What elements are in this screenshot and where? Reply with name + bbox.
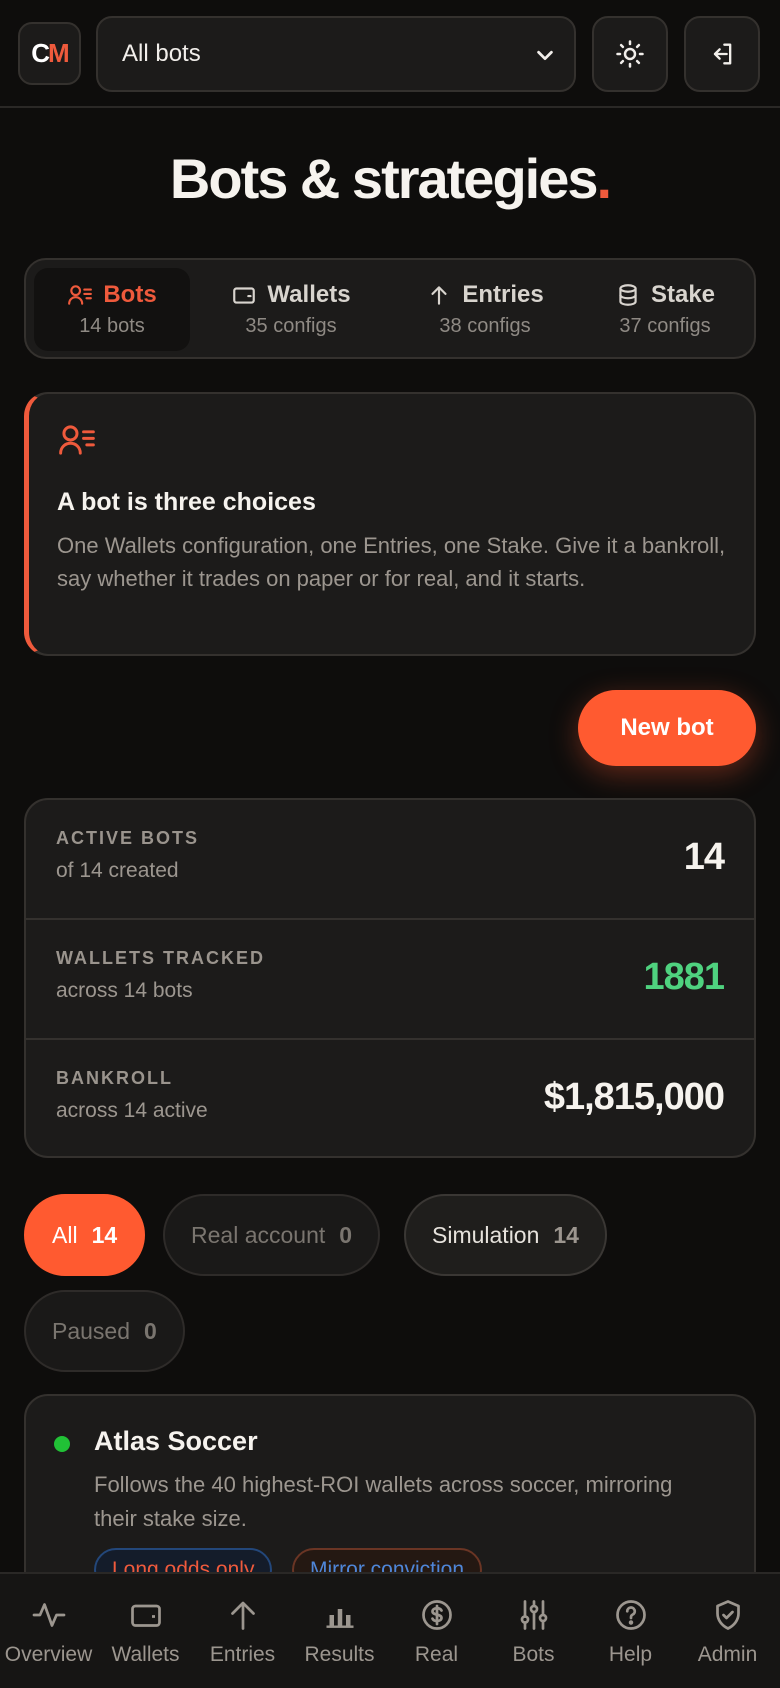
bot-name: Atlas Soccer [94,1426,258,1456]
section-tabs: Bots 14 bots Wallets 35 configs Entries … [24,258,756,359]
top-bar: CM All bots [0,0,780,108]
nav-bots[interactable]: Bots [485,1574,582,1688]
stat-active-bots: ACTIVE BOTS of 14 created 14 [56,828,725,882]
bot-description: Follows the 40 highest-ROI wallets acros… [94,1472,673,1531]
arrow-up-icon [225,1597,261,1633]
new-bot-button[interactable]: New bot [578,690,756,766]
dollar-icon [419,1597,455,1633]
info-card: A bot is three choices One Wallets confi… [24,392,756,656]
shield-icon [710,1597,746,1633]
filter-real-account[interactable]: Real account 0 [163,1194,381,1276]
nav-results[interactable]: Results [291,1574,388,1688]
filter-paused[interactable]: Paused 0 [24,1290,185,1372]
bots-icon [67,282,93,308]
sun-icon [615,39,645,69]
app-logo[interactable]: CM [18,22,81,85]
tab-entries[interactable]: Entries 38 configs [392,268,578,351]
tab-stake[interactable]: Stake 37 configs [580,268,750,351]
filter-simulation[interactable]: Simulation 14 [404,1194,607,1276]
tab-bots[interactable]: Bots 14 bots [34,268,190,351]
bottom-nav: Overview Wallets Entries Results Real Bo… [0,1572,780,1688]
bot-selector-value: All bots [122,40,201,67]
stats-card: ACTIVE BOTS of 14 created 14 WALLETS TRA… [24,798,756,1158]
sliders-icon [516,1597,552,1633]
bots-icon [57,422,726,458]
info-text: One Wallets configuration, one Entries, … [57,533,726,591]
help-icon [613,1597,649,1633]
chevron-down-icon [534,44,556,66]
theme-toggle-button[interactable] [592,16,668,92]
stat-wallets-tracked: WALLETS TRACKED across 14 bots 1881 [26,918,754,1039]
nav-help[interactable]: Help [582,1574,679,1688]
nav-overview[interactable]: Overview [0,1574,97,1688]
bot-selector[interactable]: All bots [96,16,576,92]
activity-icon [31,1597,67,1633]
nav-admin[interactable]: Admin [679,1574,776,1688]
nav-wallets[interactable]: Wallets [97,1574,194,1688]
wallet-icon [231,282,257,308]
logout-icon [708,40,736,68]
status-dot [54,1436,70,1452]
stat-bankroll: BANKROLL across 14 active $1,815,000 [26,1038,754,1156]
database-icon [615,282,641,308]
nav-real[interactable]: Real [388,1574,485,1688]
arrow-up-icon [426,282,452,308]
tab-wallets[interactable]: Wallets 35 configs [198,268,384,351]
wallet-icon [128,1597,164,1633]
page-title: Bots & strategies. [169,147,612,210]
logout-button[interactable] [684,16,760,92]
nav-entries[interactable]: Entries [194,1574,291,1688]
info-title: A bot is three choices [57,488,316,516]
bar-chart-icon [322,1597,358,1633]
filter-all[interactable]: All 14 [24,1194,146,1276]
